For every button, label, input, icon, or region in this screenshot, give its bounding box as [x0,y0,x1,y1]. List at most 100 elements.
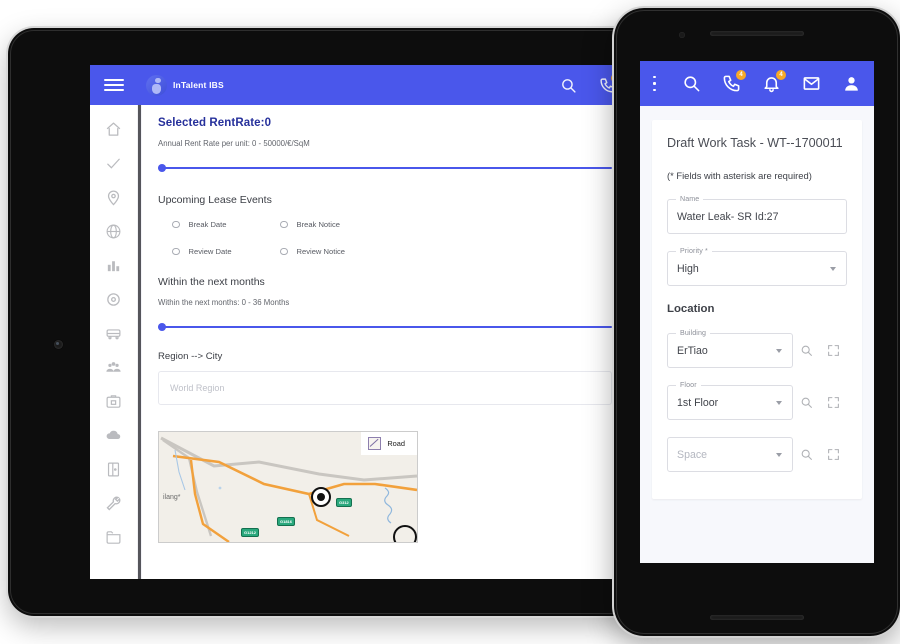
tablet-front-camera [54,340,63,349]
tablet-device: InTalent IBS 4 [8,28,648,616]
search-icon[interactable] [560,77,577,94]
tablet-app-bar: InTalent IBS 4 [90,65,630,105]
radio-break-notice[interactable]: Break Notice [280,220,612,229]
phone-earpiece-speaker [710,31,804,36]
notification-badge: 4 [776,70,786,80]
tablet-content-area: Selected RentRate:0 Annual Rent Rate per… [141,105,630,579]
months-slider[interactable] [158,321,612,333]
phone-app-bar: 4 4 [640,61,874,106]
sidebar-item-global[interactable] [105,223,122,240]
building-field-label: Building [676,329,711,337]
floor-search-icon[interactable] [793,396,820,409]
name-field-value: Water Leak- SR Id:27 [677,210,779,223]
world-region-placeholder: World Region [170,383,225,393]
building-fullscreen-expand-icon[interactable] [820,344,847,357]
floor-fullscreen-expand-icon[interactable] [820,396,847,409]
tablet-screen: InTalent IBS 4 [90,65,630,579]
phone-bottom-speaker [710,615,804,620]
sidebar-item-assets[interactable] [105,393,122,410]
rent-rate-slider[interactable] [158,162,612,174]
radio-break-date[interactable]: Break Date [172,220,280,229]
map-legend: Road [361,432,417,455]
sidebar-item-home[interactable] [105,121,122,138]
sidebar-item-tasks[interactable] [105,155,122,172]
sidebar-rail [90,105,138,579]
floor-row: Floor 1st Floor [667,381,847,420]
floor-field-label: Floor [676,381,701,389]
map-place-label: ilang* [163,494,181,501]
within-months-heading: Within the next months [158,276,265,288]
tablet-body: Selected RentRate:0 Annual Rent Rate per… [90,105,630,579]
rent-rate-slider-track [158,167,612,169]
road-swatch-icon [368,437,382,450]
hamburger-menu-icon[interactable] [653,75,656,92]
phone-device: 4 4 Draft Work Task - WT--1700011 (* Fie… [614,8,900,636]
radio-circle-icon [172,220,180,229]
building-search-icon[interactable] [793,344,820,357]
map-shield: G1212 [241,528,260,537]
space-search-icon[interactable] [793,448,820,461]
within-months-note: Within the next months: 0 - 36 Months [158,298,290,307]
sidebar-item-people[interactable] [105,359,122,376]
map-current-location-marker[interactable] [311,487,331,507]
space-fullscreen-expand-icon[interactable] [820,448,847,461]
person-icon[interactable] [842,74,861,93]
floor-field-value: 1st Floor [677,396,719,409]
page-title: Draft Work Task - WT--1700011 [667,136,843,150]
lease-events-heading: Upcoming Lease Events [158,194,272,206]
sidebar-item-reports[interactable] [105,257,122,274]
mail-icon[interactable] [802,74,821,93]
building-row: Building ErTiao [667,329,847,368]
priority-field-value: High [677,262,699,275]
phone-screen: 4 4 Draft Work Task - WT--1700011 (* Fie… [640,61,874,563]
map-shield: G312 [336,498,352,507]
intalent-logo-icon [146,74,167,96]
name-field[interactable]: Name Water Leak- SR Id:27 [667,195,847,234]
sidebar-item-fleet[interactable] [105,325,122,342]
chevron-down-icon[interactable] [776,400,782,405]
chevron-down-icon[interactable] [776,348,782,353]
radio-label: Break Notice [296,220,340,229]
bell-icon[interactable]: 4 [762,70,786,93]
search-icon[interactable] [682,74,701,93]
space-field-placeholder: Space [677,448,708,461]
radio-review-date[interactable]: Review Date [172,247,280,256]
priority-select[interactable]: Priority * High [667,247,847,286]
radio-review-notice[interactable]: Review Notice [280,247,612,256]
phone-call-badge: 4 [736,70,746,80]
world-region-input[interactable]: World Region [158,371,612,405]
months-slider-thumb[interactable] [158,323,166,331]
floor-select[interactable]: Floor 1st Floor [667,381,793,420]
map-shield: G1816 [277,517,296,526]
sidebar-item-maintenance[interactable] [105,495,122,512]
sidebar-item-settings[interactable] [105,291,122,308]
phone-front-camera [679,32,685,38]
brand-name: InTalent IBS [173,80,224,90]
radio-label: Review Notice [296,247,346,256]
phone-icon[interactable]: 4 [722,70,746,93]
map-legend-label: Road [387,439,405,448]
radio-circle-icon [172,247,180,256]
sidebar-item-locations[interactable] [105,189,122,206]
chevron-down-icon[interactable] [830,266,836,271]
sidebar-item-cloud[interactable] [105,427,122,444]
building-select[interactable]: Building ErTiao [667,329,793,368]
name-field-label: Name [676,195,704,203]
space-select[interactable]: Space [667,437,793,472]
phone-content-area: Draft Work Task - WT--1700011 (* Fields … [640,106,874,563]
months-slider-track [158,326,612,328]
region-map[interactable]: ilang* G312 G1816 G1212 Road [158,431,418,543]
rent-rate-slider-thumb[interactable] [158,164,166,172]
radio-circle-icon [280,220,288,229]
chevron-down-icon[interactable] [776,452,782,457]
sidebar-item-documents[interactable] [105,529,122,546]
selected-rentrate-heading: Selected RentRate:0 [158,117,272,129]
space-row: Space [667,437,847,472]
priority-field-label: Priority * [676,247,712,255]
radio-circle-icon [280,247,288,256]
radio-label: Review Date [188,247,232,256]
radio-label: Break Date [188,220,227,229]
brand: InTalent IBS [146,74,224,96]
sidebar-item-library[interactable] [105,461,122,478]
hamburger-menu-icon[interactable] [104,79,124,91]
